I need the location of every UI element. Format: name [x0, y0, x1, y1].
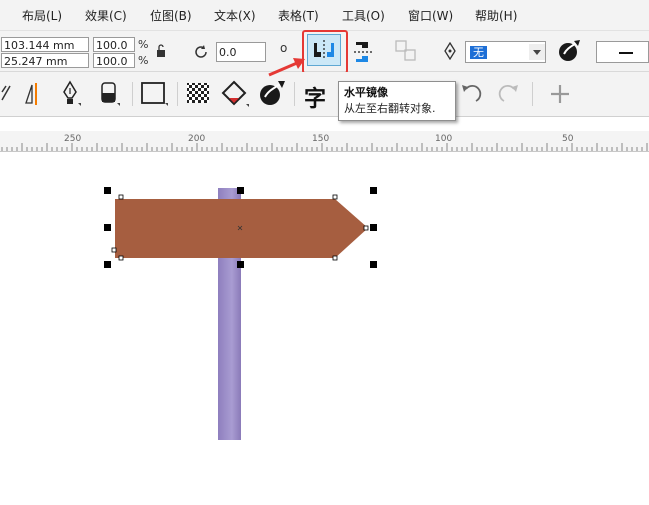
tooltip-description: 从左至右翻转对象.: [344, 102, 436, 115]
menu-tools[interactable]: 工具(O): [342, 7, 385, 24]
menu-bitmap[interactable]: 位图(B): [150, 7, 192, 24]
object-width-field[interactable]: 103.144 mm: [1, 37, 89, 52]
mirror-vertical-icon[interactable]: [352, 39, 374, 65]
outline-width-value: 无: [470, 46, 487, 59]
pen-tool-icon[interactable]: [58, 80, 82, 108]
line-style-preview: [619, 52, 633, 54]
interactive-fill-icon[interactable]: [258, 79, 286, 109]
object-height-field[interactable]: 25.247 mm: [1, 53, 89, 68]
dropdown-arrow-icon[interactable]: [529, 44, 545, 60]
menu-table[interactable]: 表格(T): [278, 7, 319, 24]
perspective-icon[interactable]: [22, 81, 48, 107]
property-bar: 103.144 mm 25.247 mm 100.0 100.0 % % 0.0…: [0, 30, 649, 74]
ruler-ticks: [1, 143, 648, 151]
text-tool-icon[interactable]: 字: [304, 81, 326, 113]
toolbox-bar: 字: [0, 72, 649, 117]
toolbar-divider: [132, 82, 133, 106]
scale-x-percent: %: [138, 38, 149, 51]
toolbar-divider: [294, 82, 295, 106]
toolbar-divider: [177, 82, 178, 106]
menu-text[interactable]: 文本(X): [214, 7, 256, 24]
rotation-angle-field[interactable]: 0.0: [216, 42, 266, 62]
horizontal-ruler[interactable]: 250 200 150 100 50: [0, 131, 649, 152]
scale-y-field[interactable]: 100.0: [93, 53, 135, 68]
signpost-arrow-board[interactable]: [115, 199, 368, 258]
undo-rotate-icon[interactable]: [192, 43, 210, 61]
transform-icon[interactable]: [393, 38, 419, 64]
eyedropper-icon[interactable]: [556, 38, 582, 64]
lock-ratio-icon[interactable]: [155, 44, 167, 58]
annotation-arrow: [268, 58, 305, 77]
tooltip-title: 水平镜像: [344, 86, 388, 99]
menu-window[interactable]: 窗口(W): [408, 7, 453, 24]
eraser-icon[interactable]: [98, 80, 122, 108]
checker-pattern-icon[interactable]: [186, 82, 212, 106]
drawing-canvas[interactable]: [0, 152, 649, 505]
mirror-horizontal-button[interactable]: [307, 34, 341, 66]
mirror-tooltip: 水平镜像 从左至右翻转对象.: [338, 81, 456, 121]
menu-effects[interactable]: 效果(C): [85, 7, 127, 24]
pen-nib-icon[interactable]: [443, 42, 457, 60]
line-style-dropdown[interactable]: [596, 41, 649, 63]
canvas-svg: [104, 187, 377, 440]
undo-icon[interactable]: [458, 81, 484, 107]
toolbar-divider: [532, 82, 533, 106]
scale-x-field[interactable]: 100.0: [93, 37, 135, 52]
mirror-horizontal-icon: [314, 40, 334, 60]
envelope-tool-icon[interactable]: [0, 82, 14, 104]
add-icon[interactable]: [548, 82, 572, 106]
fill-tool-icon[interactable]: [221, 79, 251, 109]
redo-icon[interactable]: [496, 81, 522, 107]
scale-y-percent: %: [138, 54, 149, 67]
degree-symbol: o: [280, 41, 288, 55]
menu-help[interactable]: 帮助(H): [475, 7, 517, 24]
toolbar-spacer: [0, 117, 649, 131]
rectangle-tool-icon[interactable]: [140, 80, 170, 108]
menu-layout[interactable]: 布局(L): [22, 7, 62, 24]
menu-bar: 布局(L) 效果(C) 位图(B) 文本(X) 表格(T) 工具(O) 窗口(W…: [0, 0, 649, 31]
